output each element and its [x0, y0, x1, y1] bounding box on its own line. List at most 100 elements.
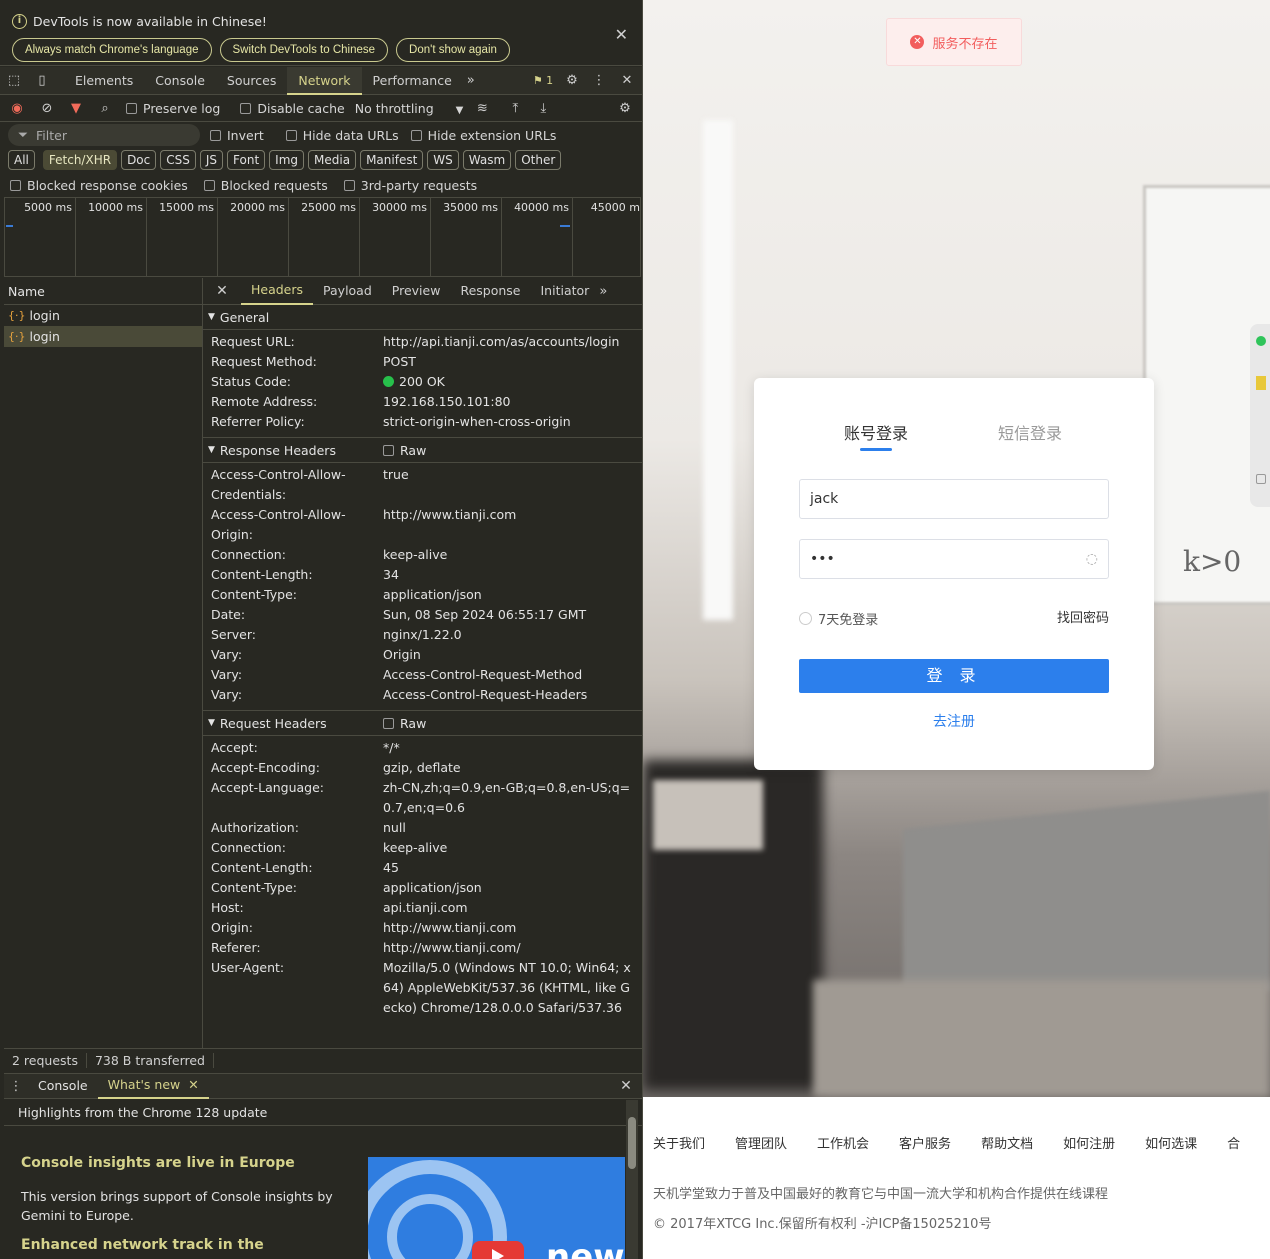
header-value[interactable]: gzip, deflate	[383, 758, 633, 778]
header-value[interactable]: application/json	[383, 878, 633, 898]
request-row[interactable]: {·} login	[4, 326, 202, 347]
header-value[interactable]: 45	[383, 858, 633, 878]
type-css[interactable]: CSS	[160, 150, 196, 170]
header-value[interactable]: Origin	[383, 645, 633, 665]
close-tab-icon[interactable]: ✕	[188, 1077, 198, 1092]
header-value[interactable]: Sun, 08 Sep 2024 06:55:17 GMT	[383, 605, 633, 625]
type-img[interactable]: Img	[269, 150, 305, 170]
dont-show-again-button[interactable]: Don't show again	[396, 38, 510, 62]
request-row[interactable]: {·} login	[4, 305, 202, 326]
tab-network[interactable]: Network	[287, 66, 362, 95]
drawer-menu-icon[interactable]: ⋮	[4, 1079, 28, 1094]
login-button[interactable]: 登 录	[799, 659, 1109, 693]
device-toolbar-icon[interactable]: ▯	[28, 73, 56, 88]
tab-elements[interactable]: Elements	[64, 67, 144, 95]
register-link[interactable]: 去注册	[754, 711, 1154, 731]
settings-icon[interactable]: ⚙	[558, 73, 586, 88]
tab-console[interactable]: Console	[144, 67, 216, 95]
footer-link[interactable]: 如何选课	[1145, 1133, 1197, 1152]
highlight-title[interactable]: Console insights are live in Europe	[21, 1155, 295, 1171]
header-value[interactable]: */*	[383, 738, 633, 758]
header-value[interactable]: http://www.tianji.com	[383, 918, 633, 938]
footer-link[interactable]: 关于我们	[653, 1133, 705, 1152]
tab-sources[interactable]: Sources	[216, 67, 287, 95]
tab-performance[interactable]: Performance	[362, 67, 463, 95]
tab-initiator[interactable]: Initiator	[531, 278, 600, 304]
type-all[interactable]: All	[8, 150, 35, 170]
header-value[interactable]: Access-Control-Request-Headers	[383, 685, 633, 705]
network-timeline[interactable]: 5000 ms 10000 ms 15000 ms 20000 ms 25000…	[4, 197, 641, 277]
tab-payload[interactable]: Payload	[313, 278, 382, 304]
inspect-element-icon[interactable]: ⬚	[0, 73, 28, 88]
password-input[interactable]: ••• ◌	[799, 539, 1109, 579]
footer-link[interactable]: 如何注册	[1063, 1133, 1115, 1152]
side-widget[interactable]	[1250, 324, 1270, 507]
kebab-menu-icon[interactable]: ⋮	[586, 73, 612, 88]
header-value[interactable]: null	[383, 818, 633, 838]
header-value[interactable]: zh-CN,zh;q=0.9,en-GB;q=0.8,en-US;q=0.7,e…	[383, 778, 633, 818]
scroll-thumb[interactable]	[628, 1117, 636, 1169]
drawer-scrollbar[interactable]	[626, 1100, 638, 1259]
tab-headers[interactable]: Headers	[241, 277, 314, 305]
invert-checkbox[interactable]: Invert	[210, 128, 264, 143]
preserve-log-checkbox[interactable]: Preserve log	[126, 101, 220, 116]
footer-link[interactable]: 合	[1227, 1133, 1240, 1152]
match-language-button[interactable]: Always match Chrome's language	[12, 38, 212, 62]
header-value[interactable]: http://www.tianji.com/	[383, 938, 633, 958]
header-value[interactable]: keep-alive	[383, 545, 633, 565]
header-value[interactable]: nginx/1.22.0	[383, 625, 633, 645]
tab-response[interactable]: Response	[450, 278, 530, 304]
header-value[interactable]: http://api.tianji.com/as/accounts/login	[383, 332, 633, 352]
header-value[interactable]: true	[383, 465, 633, 505]
tab-sms-login[interactable]: 短信登录	[998, 420, 1062, 444]
eye-off-icon[interactable]: ◌	[1086, 540, 1098, 578]
blocked-cookies-checkbox[interactable]: Blocked response cookies	[10, 178, 188, 193]
header-value[interactable]: http://www.tianji.com	[383, 505, 633, 545]
type-font[interactable]: Font	[227, 150, 266, 170]
import-har-icon[interactable]: ⤒	[501, 101, 529, 116]
type-fetch-xhr[interactable]: Fetch/XHR	[42, 150, 118, 170]
header-value[interactable]: 200 OK	[383, 372, 633, 392]
type-wasm[interactable]: Wasm	[462, 150, 512, 170]
response-headers-header[interactable]: ▼ Response Headers Raw	[203, 438, 642, 463]
switch-chinese-button[interactable]: Switch DevTools to Chinese	[219, 38, 389, 62]
header-value[interactable]: 34	[383, 565, 633, 585]
network-conditions-icon[interactable]: ≋	[463, 101, 501, 116]
username-input[interactable]: jack	[799, 479, 1109, 519]
highlight-title[interactable]: Enhanced network track in the	[21, 1237, 264, 1253]
close-detail-icon[interactable]: ✕	[203, 283, 241, 299]
type-ws[interactable]: WS	[427, 150, 459, 170]
request-headers-header[interactable]: ▼ Request Headers Raw	[203, 711, 642, 736]
clear-icon[interactable]: ⊘	[34, 101, 60, 116]
footer-link[interactable]: 帮助文档	[981, 1133, 1033, 1152]
filter-funnel-icon[interactable]: ▼	[60, 101, 92, 116]
type-media[interactable]: Media	[308, 150, 357, 170]
forgot-password-link[interactable]: 找回密码	[1057, 607, 1109, 626]
blocked-requests-checkbox[interactable]: Blocked requests	[203, 178, 328, 193]
raw-checkbox[interactable]: Raw	[383, 711, 426, 736]
header-value[interactable]: api.tianji.com	[383, 898, 633, 918]
header-value[interactable]: application/json	[383, 585, 633, 605]
type-other[interactable]: Other	[515, 150, 562, 170]
close-devtools-icon[interactable]: ✕	[612, 73, 642, 88]
third-party-checkbox[interactable]: 3rd-party requests	[343, 178, 477, 193]
name-column-header[interactable]: Name	[4, 278, 202, 305]
header-value[interactable]: Mozilla/5.0 (Windows NT 10.0; Win64; x64…	[383, 958, 633, 1018]
remember-me-radio[interactable]: 7天免登录	[799, 609, 878, 628]
header-value[interactable]: strict-origin-when-cross-origin	[383, 412, 633, 432]
more-tabs-icon[interactable]: »	[463, 73, 479, 88]
tab-drawer-console[interactable]: Console	[28, 1074, 98, 1098]
type-manifest[interactable]: Manifest	[360, 150, 424, 170]
header-value[interactable]: Access-Control-Request-Method	[383, 665, 633, 685]
header-value[interactable]: POST	[383, 352, 633, 372]
export-har-icon[interactable]: ⤓	[529, 101, 557, 116]
type-js[interactable]: JS	[199, 150, 224, 170]
type-doc[interactable]: Doc	[121, 150, 157, 170]
footer-link[interactable]: 管理团队	[735, 1133, 787, 1152]
tab-whats-new[interactable]: What's new ✕	[97, 1073, 209, 1099]
hide-extension-urls-checkbox[interactable]: Hide extension URLs	[410, 128, 556, 143]
footer-link[interactable]: 客户服务	[899, 1133, 951, 1152]
search-icon[interactable]: ⌕	[92, 101, 118, 116]
general-header[interactable]: ▼ General	[203, 305, 642, 330]
network-settings-icon[interactable]: ⚙	[608, 101, 642, 116]
